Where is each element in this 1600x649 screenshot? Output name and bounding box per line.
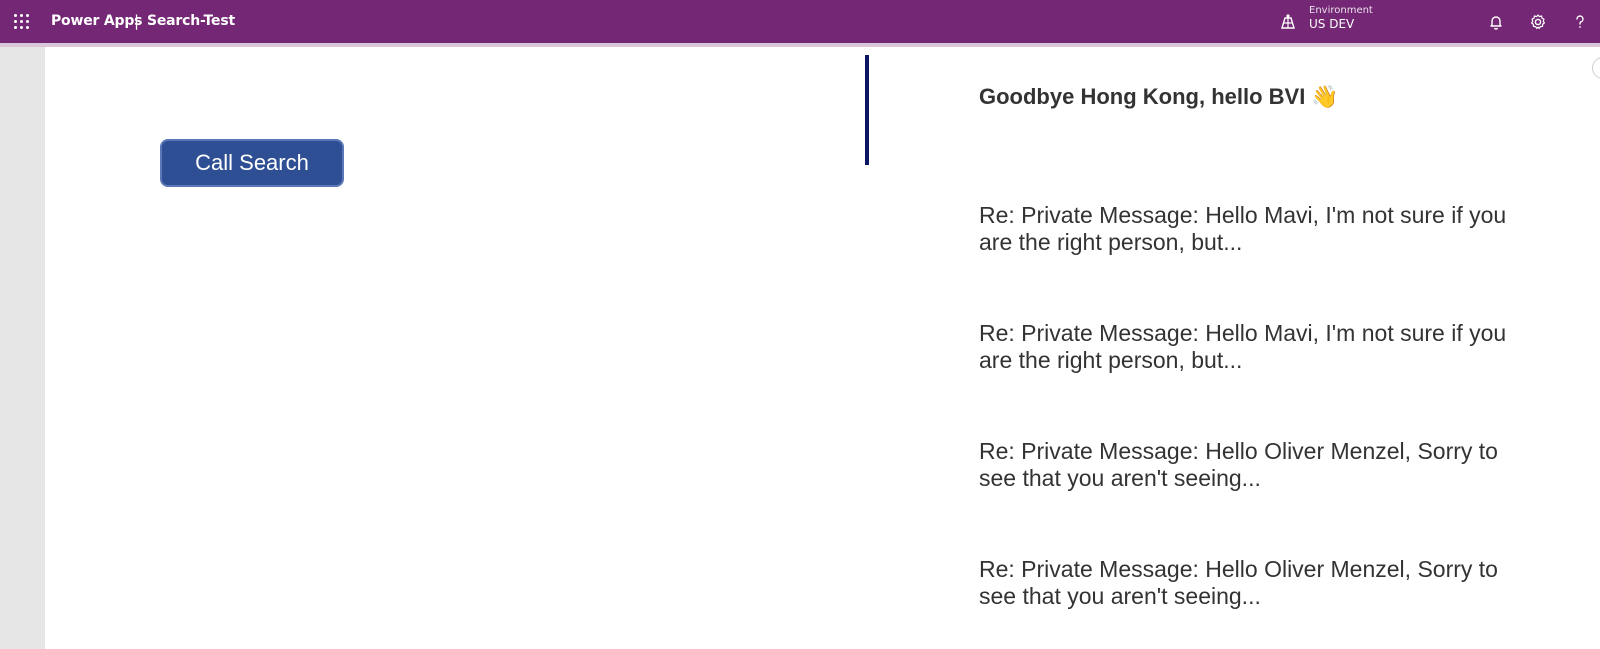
gallery-item-title[interactable]: Re: Private Message: Hello Oliver Menzel… — [979, 556, 1519, 610]
selection-indicator-bar — [865, 55, 869, 165]
title-separator: | — [134, 12, 140, 30]
waffle-icon[interactable] — [14, 14, 30, 30]
app-name[interactable]: Power Apps — [51, 13, 143, 29]
bell-icon[interactable] — [1486, 12, 1506, 32]
environment-icon — [1281, 14, 1295, 29]
gallery-item-title[interactable]: Re: Private Message: Hello Mavi, I'm not… — [979, 320, 1519, 374]
environment-value: US DEV — [1309, 17, 1355, 31]
environment-label: Environment — [1309, 5, 1373, 16]
call-search-button[interactable]: Call Search — [160, 139, 344, 187]
environment-picker[interactable]: Environment US DEV — [1309, 5, 1373, 31]
gallery-item-title[interactable]: Re: Private Message: Hello Oliver Menzel… — [979, 438, 1519, 492]
app-title[interactable]: Search-Test — [147, 13, 235, 29]
gallery-item-title[interactable]: Re: Private Message: Hello Mavi, I'm not… — [979, 202, 1519, 256]
left-rail — [0, 47, 45, 649]
gear-icon[interactable] — [1528, 12, 1548, 32]
gallery-item-title[interactable]: Goodbye Hong Kong, hello BVI 👋 — [979, 84, 1339, 110]
app-header: Power Apps | Search-Test Environment US … — [0, 0, 1600, 43]
help-icon[interactable] — [1570, 12, 1590, 32]
